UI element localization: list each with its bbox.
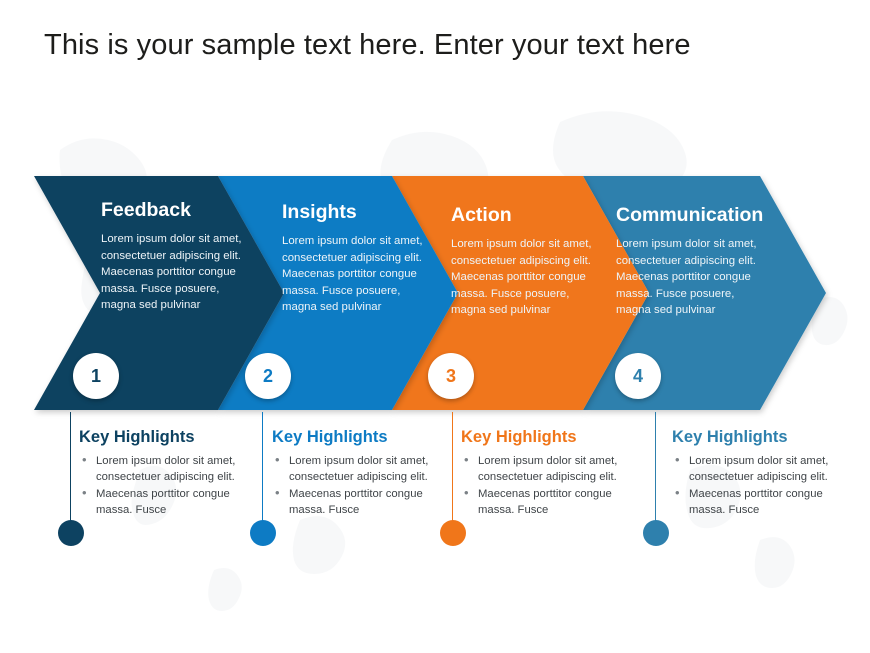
key-highlights-title-4: Key Highlights bbox=[672, 428, 788, 446]
list-item: Lorem ipsum dolor sit amet, consectetuer… bbox=[672, 452, 854, 485]
connector-dot-3 bbox=[440, 520, 466, 546]
step-number-label-4: 4 bbox=[632, 365, 643, 386]
chevron-text-step-1: Feedback Lorem ipsum dolor sit amet, con… bbox=[101, 198, 251, 314]
key-highlights-list-1: Lorem ipsum dolor sit amet, consectetuer… bbox=[79, 452, 261, 518]
list-item: Lorem ipsum dolor sit amet, consectetuer… bbox=[272, 452, 454, 485]
key-highlights-title-1: Key Highlights bbox=[79, 428, 195, 446]
key-highlights-block-1: Key Highlights Lorem ipsum dolor sit ame… bbox=[79, 426, 261, 519]
key-highlights-list-4: Lorem ipsum dolor sit amet, consectetuer… bbox=[672, 452, 854, 518]
step-number-label-3: 3 bbox=[445, 365, 456, 386]
list-item: Maecenas porttitor congue massa. Fusce bbox=[272, 485, 454, 518]
chevron-body-step-1: Lorem ipsum dolor sit amet, consectetuer… bbox=[101, 233, 242, 312]
chevron-heading-step-4: Communication bbox=[616, 204, 764, 226]
chevron-body-step-3: Lorem ipsum dolor sit amet, consectetuer… bbox=[451, 238, 592, 317]
connector-dot-1 bbox=[58, 520, 84, 546]
world-map-background bbox=[59, 111, 848, 611]
key-highlights-title-2: Key Highlights bbox=[272, 428, 388, 446]
key-highlights-block-4: Key Highlights Lorem ipsum dolor sit ame… bbox=[672, 426, 854, 519]
chevron-heading-step-3: Action bbox=[451, 204, 512, 226]
step-number-badge-1[interactable]: 1 bbox=[73, 353, 119, 399]
slide-canvas: This is your sample text here. Enter you… bbox=[0, 0, 870, 653]
chevron-body-step-4: Lorem ipsum dolor sit amet, consectetuer… bbox=[616, 238, 757, 317]
list-item: Maecenas porttitor congue massa. Fusce bbox=[672, 485, 854, 518]
connector-line-4 bbox=[655, 412, 657, 534]
list-item: Maecenas porttitor congue massa. Fusce bbox=[461, 485, 643, 518]
key-highlights-title-3: Key Highlights bbox=[461, 428, 577, 446]
key-highlights-block-2: Key Highlights Lorem ipsum dolor sit ame… bbox=[272, 426, 454, 519]
step-number-badge-4[interactable]: 4 bbox=[615, 353, 661, 399]
list-item: Lorem ipsum dolor sit amet, consectetuer… bbox=[79, 452, 261, 485]
chevron-text-step-4: Communication Lorem ipsum dolor sit amet… bbox=[616, 203, 766, 319]
chevron-text-step-3: Action Lorem ipsum dolor sit amet, conse… bbox=[451, 203, 601, 319]
connector-line-1 bbox=[70, 412, 72, 534]
chevron-body-step-2: Lorem ipsum dolor sit amet, consectetuer… bbox=[282, 235, 423, 314]
connector-dot-4 bbox=[643, 520, 669, 546]
chevron-heading-step-2: Insights bbox=[282, 201, 357, 223]
connector-dot-2 bbox=[250, 520, 276, 546]
chevron-text-step-2: Insights Lorem ipsum dolor sit amet, con… bbox=[282, 200, 432, 316]
list-item: Maecenas porttitor congue massa. Fusce bbox=[79, 485, 261, 518]
list-item: Lorem ipsum dolor sit amet, consectetuer… bbox=[461, 452, 643, 485]
process-chevron-group bbox=[34, 176, 826, 410]
page-title: This is your sample text here. Enter you… bbox=[44, 29, 691, 61]
step-number-label-1: 1 bbox=[90, 365, 101, 386]
key-highlights-block-3: Key Highlights Lorem ipsum dolor sit ame… bbox=[461, 426, 643, 519]
step-number-badge-2[interactable]: 2 bbox=[245, 353, 291, 399]
step-number-label-2: 2 bbox=[262, 365, 273, 386]
connector-line-2 bbox=[262, 412, 264, 534]
key-highlights-list-2: Lorem ipsum dolor sit amet, consectetuer… bbox=[272, 452, 454, 518]
step-number-badge-3[interactable]: 3 bbox=[428, 353, 474, 399]
key-highlights-list-3: Lorem ipsum dolor sit amet, consectetuer… bbox=[461, 452, 643, 518]
chevron-heading-step-1: Feedback bbox=[101, 199, 191, 221]
